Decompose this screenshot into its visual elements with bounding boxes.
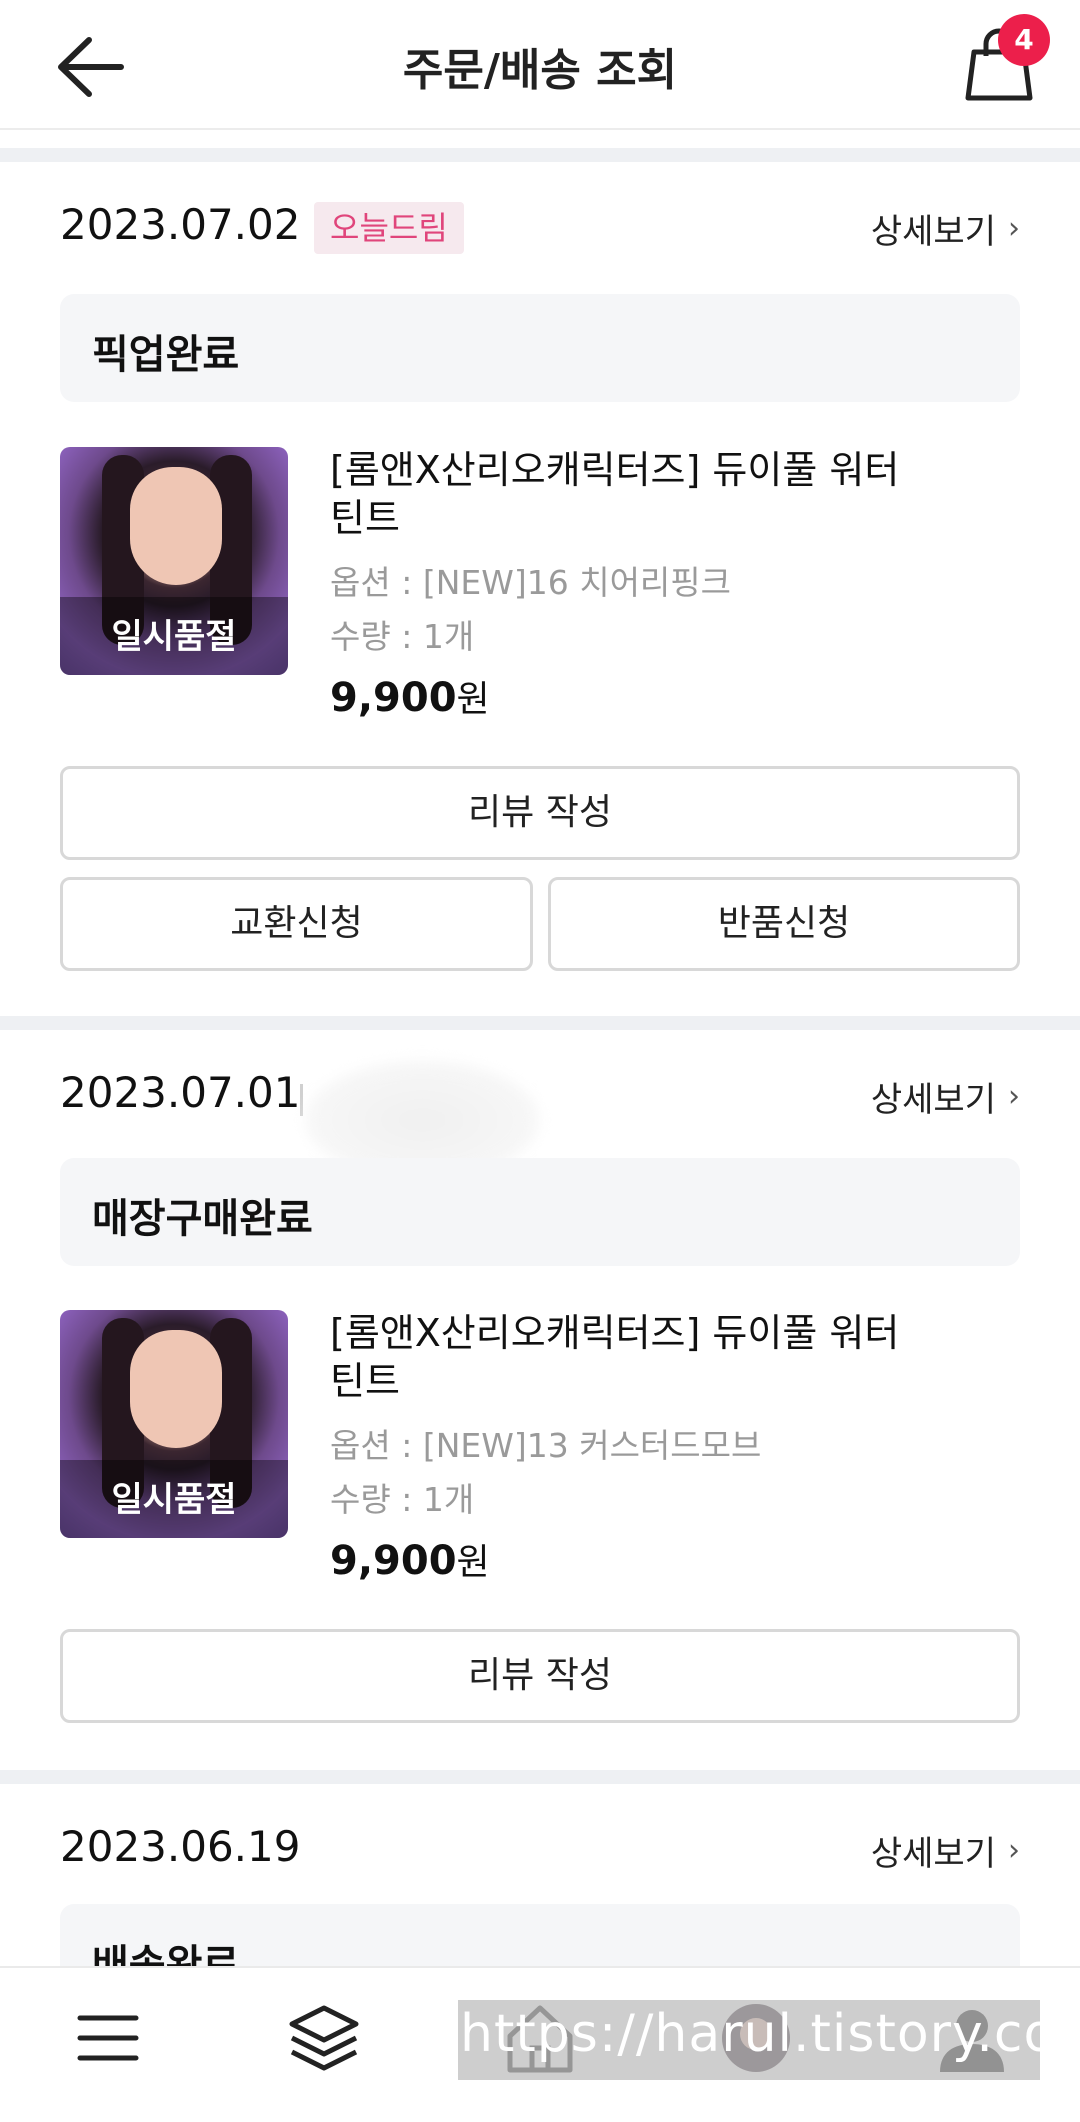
price-unit: 원 <box>456 1542 490 1583</box>
today-delivery-tag: 오늘드림 <box>314 202 464 254</box>
chevron-right-icon: › <box>1008 1833 1020 1868</box>
watermark-text: https://harul.tistory.com <box>460 2004 1080 2064</box>
product-quantity: 수량 : 1개 <box>330 1480 475 1519</box>
order-date: 2023.06.19 <box>60 1822 301 1871</box>
price-amount: 9,900 <box>330 1538 457 1584</box>
exchange-request-button[interactable]: 교환신청 <box>60 877 533 971</box>
app-header: 주문/배송 조회 4 <box>0 0 1080 130</box>
product-thumbnail[interactable]: 일시품절 <box>60 447 288 675</box>
chevron-right-icon: › <box>1008 211 1020 246</box>
order-detail-link[interactable]: 상세보기 › <box>871 1072 1020 1121</box>
order-status: 매장구매완료 <box>92 1196 313 1242</box>
return-request-button[interactable]: 반품신청 <box>548 877 1020 971</box>
nav-menu[interactable] <box>68 1998 148 2078</box>
order-status-box: 매장구매완료 <box>60 1158 1020 1266</box>
order-status: 픽업완료 <box>92 332 240 378</box>
section-divider <box>0 1770 1080 1784</box>
order-date: 2023.07.01 <box>60 1068 301 1117</box>
order-detail-link[interactable]: 상세보기 › <box>871 1826 1020 1875</box>
sold-out-label: 일시품절 <box>111 1480 237 1520</box>
product-thumbnail[interactable]: 일시품절 <box>60 1310 288 1538</box>
write-review-button[interactable]: 리뷰 작성 <box>60 766 1020 860</box>
page-title: 주문/배송 조회 <box>402 45 678 96</box>
detail-link-label: 상세보기 <box>870 1834 996 1874</box>
product-name[interactable]: [롬앤X산리오캐릭터즈] 듀이풀 워터 틴트 <box>330 1309 930 1405</box>
product-option: 옵션 : [NEW]16 치어리핑크 <box>330 563 732 602</box>
product-price: 9,900원 <box>330 670 490 722</box>
product-price: 9,900원 <box>330 1533 490 1585</box>
section-divider <box>0 1016 1080 1030</box>
detail-link-label: 상세보기 <box>870 1080 996 1120</box>
chevron-right-icon: › <box>1008 1079 1020 1114</box>
product-name[interactable]: [롬앤X산리오캐릭터즈] 듀이풀 워터 틴트 <box>330 446 930 542</box>
product-option: 옵션 : [NEW]13 커스터드모브 <box>330 1426 762 1465</box>
layers-icon <box>289 2005 359 2071</box>
nav-category[interactable] <box>284 1998 364 2078</box>
write-review-button[interactable]: 리뷰 작성 <box>60 1629 1020 1723</box>
order-status-box: 픽업완료 <box>60 294 1020 402</box>
section-divider <box>0 148 1080 162</box>
menu-icon <box>77 2015 139 2061</box>
detail-link-label: 상세보기 <box>870 212 996 252</box>
order-detail-link[interactable]: 상세보기 › <box>871 204 1020 253</box>
cart-count-badge: 4 <box>998 14 1050 66</box>
product-quantity: 수량 : 1개 <box>330 617 475 656</box>
sold-out-label: 일시품절 <box>111 617 237 657</box>
price-amount: 9,900 <box>330 675 457 721</box>
price-unit: 원 <box>456 679 490 720</box>
order-date: 2023.07.02 <box>60 200 301 249</box>
